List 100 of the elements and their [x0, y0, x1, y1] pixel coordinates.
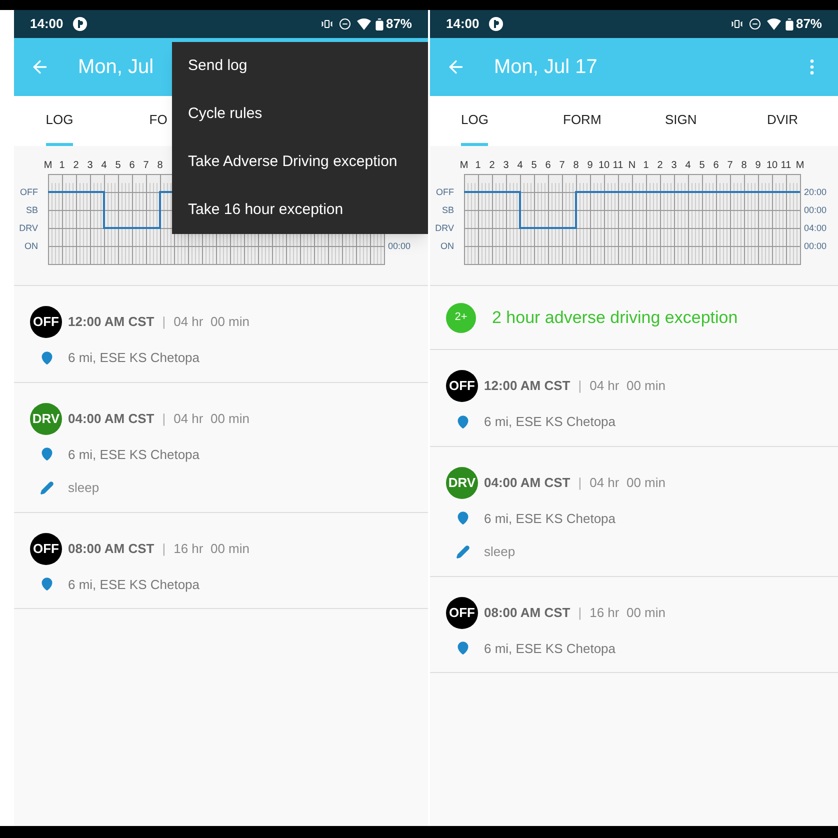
entry-note: sleep — [484, 543, 516, 561]
hour-label: 6 — [129, 160, 135, 171]
hour-label: N — [628, 160, 636, 171]
entry-location: 6 mi, ESE KS Chetopa — [68, 349, 200, 367]
status-badge: OFF — [446, 370, 478, 402]
hour-label: 2 — [489, 160, 495, 171]
location-pin-icon — [456, 641, 470, 656]
app-notification-icon — [73, 17, 88, 31]
hour-label: 6 — [713, 160, 719, 171]
battery-percent: 87% — [796, 15, 822, 34]
hour-label: 1 — [475, 160, 481, 171]
entry-location: 6 mi, ESE KS Chetopa — [68, 446, 200, 464]
entry-location: 6 mi, ESE KS Chetopa — [484, 510, 616, 528]
separator: | — [162, 540, 166, 558]
row-total: 00:00 — [804, 241, 827, 251]
hour-label: 6 — [545, 160, 551, 171]
hour-label: 7 — [143, 160, 149, 171]
status-badge: OFF — [30, 532, 62, 564]
entry-time: 12:00 AM CST — [484, 377, 570, 396]
entry-duration: 16 hr 00 min — [174, 540, 250, 558]
row-total: 04:00 — [804, 223, 827, 233]
vibrate-icon — [730, 18, 743, 30]
row-label: ON — [440, 241, 454, 251]
app-bar-title: Mon, Jul — [78, 55, 154, 80]
entry-time: 12:00 AM CST — [68, 313, 154, 332]
entry-duration: 04 hr 00 min — [174, 313, 250, 332]
hour-label: 2 — [657, 160, 663, 171]
menu-item[interactable]: Send log — [172, 42, 428, 90]
exception-badge: 2+ — [446, 302, 476, 332]
hour-label: M — [796, 160, 804, 171]
row-total: 20:00 — [804, 187, 827, 197]
hour-label: M — [460, 160, 468, 171]
hour-label: 8 — [741, 160, 747, 171]
hour-label: 9 — [587, 160, 593, 171]
app-notification-icon — [489, 17, 504, 31]
hour-label: 1 — [59, 160, 65, 171]
separator: | — [162, 313, 166, 332]
entry-note: sleep — [68, 479, 100, 497]
do-not-disturb-icon — [748, 18, 761, 30]
entry-location: 6 mi, ESE KS Chetopa — [484, 413, 616, 431]
clock-time: 14:00 — [30, 15, 64, 34]
hour-label: 5 — [115, 160, 121, 171]
status-badge: DRV — [30, 402, 62, 434]
battery-icon — [372, 18, 386, 30]
app-bar-title: Mon, Jul 17 — [494, 55, 598, 80]
hour-label: 9 — [755, 160, 761, 171]
entry-time: 04:00 AM CST — [484, 474, 570, 492]
row-label: SB — [26, 205, 38, 215]
hour-label: 8 — [573, 160, 579, 171]
separator: | — [162, 410, 166, 428]
hour-label: 11 — [780, 160, 792, 171]
location-pin-icon — [456, 414, 470, 429]
entry-duration: 16 hr 00 min — [590, 604, 666, 622]
hour-label: 10 — [598, 160, 610, 171]
row-label: SB — [442, 205, 454, 215]
location-pin-icon — [456, 511, 470, 526]
clock-time: 14:00 — [446, 15, 480, 34]
row-label: ON — [24, 241, 38, 251]
menu-item[interactable]: Take Adverse Driving exception — [172, 138, 428, 186]
tab[interactable]: FORM — [563, 96, 602, 146]
row-label: DRV — [19, 223, 38, 233]
hour-label: 4 — [685, 160, 691, 171]
vibrate-icon — [320, 18, 333, 30]
hour-label: 5 — [699, 160, 705, 171]
menu-item[interactable]: Cycle rules — [172, 90, 428, 138]
entry-location: 6 mi, ESE KS Chetopa — [68, 576, 200, 594]
hour-label: 11 — [612, 160, 624, 171]
tab[interactable]: DVIR — [767, 96, 798, 146]
status-badge: OFF — [30, 306, 62, 338]
tab[interactable]: SIGN — [665, 96, 697, 146]
entry-time: 04:00 AM CST — [68, 410, 154, 428]
exception-text: 2 hour adverse driving exception — [492, 306, 738, 329]
entry-duration: 04 hr 00 min — [174, 410, 250, 428]
separator: | — [578, 474, 582, 492]
battery-icon — [782, 18, 796, 30]
hour-label: 2 — [73, 160, 79, 171]
pencil-icon — [40, 480, 54, 495]
hour-label: 7 — [559, 160, 565, 171]
row-label: OFF — [20, 187, 38, 197]
wifi-icon — [766, 18, 781, 30]
row-label: OFF — [436, 187, 454, 197]
hour-label: 4 — [101, 160, 107, 171]
entry-duration: 04 hr 00 min — [590, 474, 666, 492]
entry-location: 6 mi, ESE KS Chetopa — [484, 640, 616, 658]
hour-label: 4 — [517, 160, 523, 171]
hour-label: M — [44, 160, 52, 171]
do-not-disturb-icon — [338, 18, 351, 30]
wifi-icon — [356, 18, 371, 30]
hour-label: 1 — [643, 160, 649, 171]
entry-time: 08:00 AM CST — [484, 604, 570, 622]
location-pin-icon — [40, 577, 54, 592]
menu-item[interactable]: Take 16 hour exception — [172, 186, 428, 234]
row-total: 00:00 — [388, 241, 411, 251]
location-pin-icon — [40, 447, 54, 462]
hour-label: 3 — [87, 160, 93, 171]
pencil-icon — [456, 544, 470, 559]
row-label: DRV — [435, 223, 454, 233]
tab[interactable]: FO — [149, 96, 168, 146]
separator: | — [578, 604, 582, 622]
hour-label: 3 — [671, 160, 677, 171]
